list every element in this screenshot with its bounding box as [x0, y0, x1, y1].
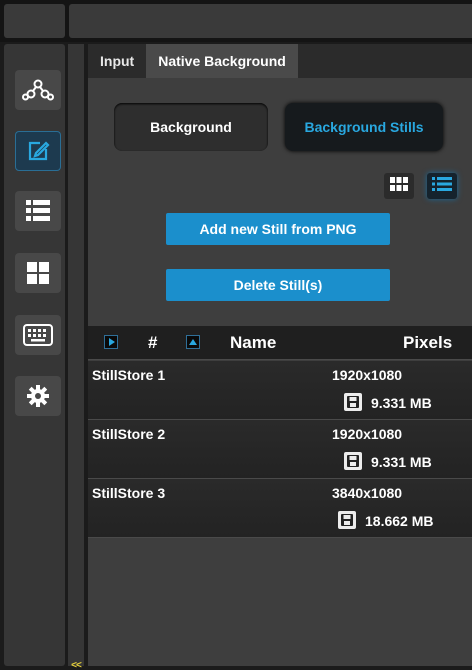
top-bar [0, 0, 472, 42]
main-panel: Input Native Background Background Backg… [88, 44, 472, 666]
still-list: StillStore 1 1920x1080 9.331 MB StillSto… [88, 361, 472, 538]
icon-sidebar [4, 44, 65, 666]
delete-still-button[interactable]: Delete Still(s) [166, 269, 390, 301]
tab-input[interactable]: Input [88, 44, 146, 78]
keyboard-button[interactable] [15, 315, 61, 355]
collapse-strip: << [68, 44, 84, 670]
list-view-icon [432, 176, 452, 196]
edit-button[interactable] [15, 131, 61, 171]
gear-icon [27, 385, 49, 407]
collapse-button[interactable]: << [68, 656, 84, 670]
table-row[interactable]: StillStore 3 3840x1080 18.662 MB [88, 479, 472, 538]
column-name[interactable]: Name [230, 326, 276, 360]
save-icon[interactable] [344, 452, 362, 470]
tab-native-background[interactable]: Native Background [146, 44, 298, 78]
grid-icon [27, 262, 49, 284]
top-bar-right [69, 4, 472, 38]
table-row[interactable]: StillStore 1 1920x1080 9.331 MB [88, 361, 472, 420]
still-name: StillStore 1 [92, 367, 166, 383]
network-button[interactable] [15, 70, 61, 110]
settings-button[interactable] [15, 376, 61, 416]
edit-icon [26, 139, 50, 163]
still-size: 18.662 MB [365, 513, 434, 529]
sort-up-icon[interactable] [186, 335, 200, 349]
save-icon[interactable] [338, 511, 356, 529]
table-row[interactable]: StillStore 2 1920x1080 9.331 MB [88, 420, 472, 479]
grid-view-icon [390, 176, 408, 196]
list-button[interactable] [15, 191, 61, 231]
background-button[interactable]: Background [114, 103, 268, 151]
save-icon[interactable] [344, 393, 362, 411]
top-bar-left [4, 4, 65, 38]
grid-view-button[interactable] [384, 173, 414, 199]
keyboard-icon [23, 324, 53, 346]
network-icon [22, 78, 54, 102]
list-view-button[interactable] [427, 173, 457, 199]
column-pixels[interactable]: Pixels [403, 326, 452, 360]
still-name: StillStore 2 [92, 426, 166, 442]
tab-bar: Input Native Background [88, 44, 472, 78]
still-pixels: 1920x1080 [332, 367, 403, 383]
still-size: 9.331 MB [371, 454, 432, 470]
still-size: 9.331 MB [371, 395, 432, 411]
table-header: # Name Pixels [88, 326, 472, 360]
column-number[interactable]: # [148, 326, 157, 360]
still-name: StillStore 3 [92, 485, 166, 501]
still-pixels: 1920x1080 [332, 426, 403, 442]
add-still-button[interactable]: Add new Still from PNG [166, 213, 390, 245]
list-icon [26, 200, 50, 222]
grid-button[interactable] [15, 253, 61, 293]
play-sort-icon[interactable] [104, 335, 118, 349]
background-stills-button[interactable]: Background Stills [285, 103, 443, 151]
still-pixels: 3840x1080 [332, 485, 403, 501]
